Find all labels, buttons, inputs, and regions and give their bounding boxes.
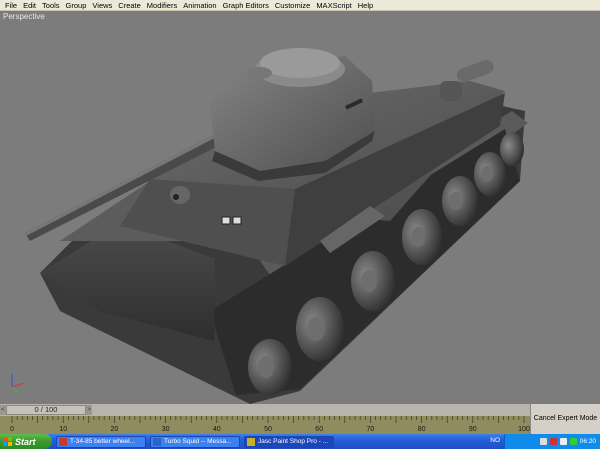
track-tick-label: 80	[418, 426, 426, 433]
perspective-viewport[interactable]: Perspective	[0, 11, 600, 404]
menu-group[interactable]: Group	[63, 0, 90, 11]
cancel-expert-mode-button[interactable]: Cancel Expert Mode	[530, 404, 600, 434]
menu-views[interactable]: Views	[89, 0, 115, 11]
language-indicator[interactable]: NO	[490, 437, 500, 444]
menu-tools[interactable]: Tools	[39, 0, 63, 11]
messenger-icon[interactable]	[569, 438, 577, 445]
track-tick-label: 60	[315, 426, 323, 433]
track-tick-label: 10	[59, 426, 67, 433]
menu-help[interactable]: Help	[355, 0, 376, 11]
track-tick-label: 30	[162, 426, 170, 433]
axis-tripod-icon	[11, 374, 25, 394]
menu-bar: File Edit Tools Group Views Create Modif…	[0, 0, 600, 11]
network-icon[interactable]	[539, 438, 547, 445]
menu-maxscript[interactable]: MAXScript	[313, 0, 354, 11]
track-bar[interactable]: 0 10 20 30 40 50 60 70 80 90 100	[0, 416, 530, 434]
windows-taskbar: Start T-34-85 better wheel... Turbo Squi…	[0, 434, 600, 449]
browser-icon	[153, 437, 161, 446]
menu-edit[interactable]: Edit	[20, 0, 39, 11]
volume-icon[interactable]	[559, 438, 567, 445]
start-button[interactable]: Start	[0, 434, 52, 449]
time-bar: < 0 / 100 >	[0, 404, 600, 416]
menu-animation[interactable]: Animation	[180, 0, 219, 11]
track-tick-label: 50	[264, 426, 272, 433]
task-paint-shop-pro[interactable]: Jasc Paint Shop Pro - ...	[244, 435, 334, 448]
track-ticks: 0 10 20 30 40 50 60 70 80 90 100	[10, 416, 530, 433]
track-tick-label: 90	[469, 426, 477, 433]
track-tick-label: 0	[10, 426, 14, 433]
menu-modifiers[interactable]: Modifiers	[144, 0, 180, 11]
menu-customize[interactable]: Customize	[272, 0, 313, 11]
task-t34-wheel[interactable]: T-34-85 better wheel...	[56, 435, 146, 448]
task-label: Turbo Squid -- Messa...	[164, 438, 232, 445]
track-tick-label: 100	[518, 426, 530, 433]
task-label: Jasc Paint Shop Pro - ...	[258, 438, 329, 445]
start-label: Start	[15, 436, 36, 447]
time-next-button[interactable]: >	[86, 405, 92, 415]
system-tray: 06:20	[504, 434, 600, 449]
tank-model[interactable]	[0, 11, 600, 404]
menu-create[interactable]: Create	[115, 0, 144, 11]
paint-shop-icon	[247, 437, 255, 446]
track-tick-label: 20	[111, 426, 119, 433]
task-label: T-34-85 better wheel...	[70, 438, 136, 445]
antivirus-icon[interactable]	[549, 438, 557, 445]
menu-file[interactable]: File	[2, 0, 20, 11]
max-app-icon	[59, 437, 67, 446]
time-slider[interactable]: 0 / 100	[6, 405, 86, 415]
clock[interactable]: 06:20	[580, 438, 596, 445]
track-tick-label: 70	[367, 426, 375, 433]
menu-graph-editors[interactable]: Graph Editors	[220, 0, 272, 11]
task-turbo-squid[interactable]: Turbo Squid -- Messa...	[150, 435, 240, 448]
track-tick-label: 40	[213, 426, 221, 433]
windows-logo-icon	[3, 437, 12, 446]
